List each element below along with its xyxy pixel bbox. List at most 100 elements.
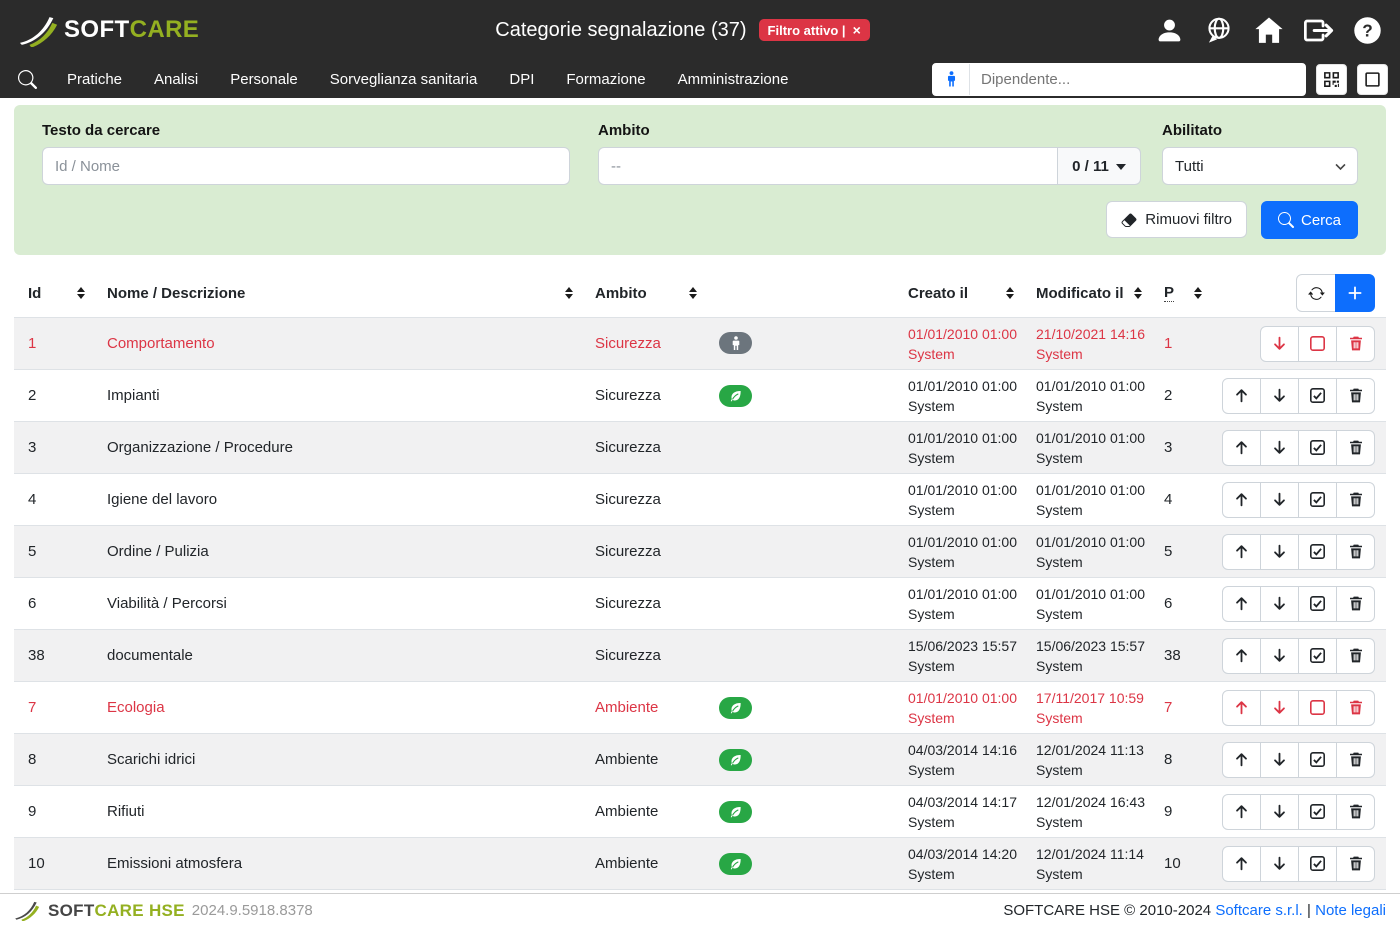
- delete-button[interactable]: [1336, 326, 1375, 362]
- toggle-enabled-button[interactable]: [1298, 378, 1337, 414]
- toggle-enabled-button[interactable]: [1298, 586, 1337, 622]
- logout-icon[interactable]: [1303, 16, 1334, 45]
- toggle-enabled-button[interactable]: [1298, 482, 1337, 518]
- move-up-button[interactable]: [1222, 638, 1261, 674]
- sort-icon[interactable]: [1194, 287, 1202, 299]
- toggle-enabled-button[interactable]: [1298, 846, 1337, 882]
- toggle-enabled-button[interactable]: [1298, 690, 1337, 726]
- sort-icon[interactable]: [77, 287, 85, 299]
- window-square-icon[interactable]: [1357, 64, 1388, 95]
- user-icon[interactable]: [1155, 16, 1184, 45]
- toggle-enabled-button[interactable]: [1298, 742, 1337, 778]
- move-up-button[interactable]: [1222, 586, 1261, 622]
- language-globe-icon[interactable]: [1203, 15, 1235, 46]
- search-button[interactable]: Cerca: [1261, 201, 1358, 239]
- delete-button[interactable]: [1336, 534, 1375, 570]
- ambito-counter-button[interactable]: 0 / 11: [1058, 147, 1141, 185]
- nav-item-dpi[interactable]: DPI: [493, 71, 550, 88]
- move-down-button[interactable]: [1260, 482, 1299, 518]
- move-down-button[interactable]: [1260, 430, 1299, 466]
- leaf-badge-icon: [719, 385, 752, 407]
- toggle-enabled-button[interactable]: [1298, 638, 1337, 674]
- cell-name[interactable]: Scarichi idrici: [93, 751, 581, 768]
- delete-button[interactable]: [1336, 690, 1375, 726]
- cell-name[interactable]: Igiene del lavoro: [93, 491, 581, 508]
- sort-icon[interactable]: [689, 287, 697, 299]
- move-down-button[interactable]: [1260, 742, 1299, 778]
- col-header-p[interactable]: P: [1150, 284, 1210, 302]
- move-up-button[interactable]: [1222, 690, 1261, 726]
- text-search-input[interactable]: [42, 147, 570, 185]
- move-down-button[interactable]: [1260, 690, 1299, 726]
- sort-icon[interactable]: [565, 287, 573, 299]
- cell-badge: [705, 853, 894, 875]
- delete-button[interactable]: [1336, 742, 1375, 778]
- nav-item-personale[interactable]: Personale: [214, 71, 314, 88]
- cell-name[interactable]: Ordine / Pulizia: [93, 543, 581, 560]
- move-up-button[interactable]: [1222, 378, 1261, 414]
- toggle-enabled-button[interactable]: [1298, 326, 1337, 362]
- delete-button[interactable]: [1336, 846, 1375, 882]
- toggle-enabled-button[interactable]: [1298, 430, 1337, 466]
- delete-button[interactable]: [1336, 586, 1375, 622]
- move-up-button[interactable]: [1222, 430, 1261, 466]
- cell-created: 01/01/2010 01:00System: [894, 480, 1022, 520]
- ambito-multiselect[interactable]: --: [598, 147, 1058, 185]
- move-down-button[interactable]: [1260, 794, 1299, 830]
- move-up-button[interactable]: [1222, 846, 1261, 882]
- move-up-button[interactable]: [1222, 794, 1261, 830]
- delete-button[interactable]: [1336, 482, 1375, 518]
- company-link[interactable]: Softcare s.r.l.: [1215, 902, 1303, 919]
- move-down-button[interactable]: [1260, 846, 1299, 882]
- col-header-creato[interactable]: Creato il: [894, 285, 1022, 302]
- search-icon[interactable]: [12, 69, 43, 90]
- delete-button[interactable]: [1336, 378, 1375, 414]
- cell-name[interactable]: Viabilità / Percorsi: [93, 595, 581, 612]
- col-header-modificato[interactable]: Modificato il: [1022, 285, 1150, 302]
- toggle-enabled-button[interactable]: [1298, 534, 1337, 570]
- employee-search-input[interactable]: [970, 71, 1305, 88]
- delete-button[interactable]: [1336, 638, 1375, 674]
- cell-id: 7: [14, 699, 93, 716]
- app-logo[interactable]: SOFTCARE: [18, 14, 233, 47]
- delete-button[interactable]: [1336, 430, 1375, 466]
- cell-name[interactable]: documentale: [93, 647, 581, 664]
- checkbox-checked-icon: [1309, 803, 1326, 820]
- delete-button[interactable]: [1336, 794, 1375, 830]
- refresh-button[interactable]: [1296, 274, 1336, 312]
- nav-item-amministrazione[interactable]: Amministrazione: [662, 71, 805, 88]
- move-up-button[interactable]: [1222, 482, 1261, 518]
- cell-name[interactable]: Rifiuti: [93, 803, 581, 820]
- home-icon[interactable]: [1254, 16, 1284, 44]
- nav-item-formazione[interactable]: Formazione: [550, 71, 661, 88]
- qr-grid-icon[interactable]: [1316, 64, 1347, 95]
- cell-name[interactable]: Organizzazione / Procedure: [93, 439, 581, 456]
- sort-icon[interactable]: [1134, 287, 1142, 299]
- move-down-button[interactable]: [1260, 534, 1299, 570]
- nav-item-pratiche[interactable]: Pratiche: [51, 71, 138, 88]
- sort-icon[interactable]: [1006, 287, 1014, 299]
- help-icon[interactable]: ?: [1353, 16, 1382, 45]
- nav-item-sorveglianza-sanitaria[interactable]: Sorveglianza sanitaria: [314, 71, 494, 88]
- move-down-button[interactable]: [1260, 586, 1299, 622]
- add-category-button[interactable]: [1335, 274, 1375, 312]
- col-header-nome[interactable]: Nome / Descrizione: [93, 285, 581, 302]
- move-up-button[interactable]: [1222, 742, 1261, 778]
- cell-name[interactable]: Impianti: [93, 387, 581, 404]
- toggle-enabled-button[interactable]: [1298, 794, 1337, 830]
- move-down-button[interactable]: [1260, 378, 1299, 414]
- col-header-id[interactable]: Id: [14, 285, 93, 302]
- cell-name[interactable]: Emissioni atmosfera: [93, 855, 581, 872]
- abilitato-select[interactable]: Tutti: [1162, 147, 1358, 185]
- move-up-button[interactable]: [1222, 534, 1261, 570]
- remove-filter-badge-close-icon[interactable]: ×: [853, 23, 861, 37]
- move-down-button[interactable]: [1260, 326, 1299, 362]
- nav-item-analisi[interactable]: Analisi: [138, 71, 214, 88]
- cell-name[interactable]: Comportamento: [93, 335, 581, 352]
- remove-filter-button[interactable]: Rimuovi filtro: [1106, 201, 1247, 238]
- move-down-button[interactable]: [1260, 638, 1299, 674]
- legal-notes-link[interactable]: Note legali: [1315, 902, 1386, 919]
- col-header-ambito[interactable]: Ambito: [581, 285, 705, 302]
- app-version: 2024.9.5918.8378: [192, 902, 313, 919]
- cell-name[interactable]: Ecologia: [93, 699, 581, 716]
